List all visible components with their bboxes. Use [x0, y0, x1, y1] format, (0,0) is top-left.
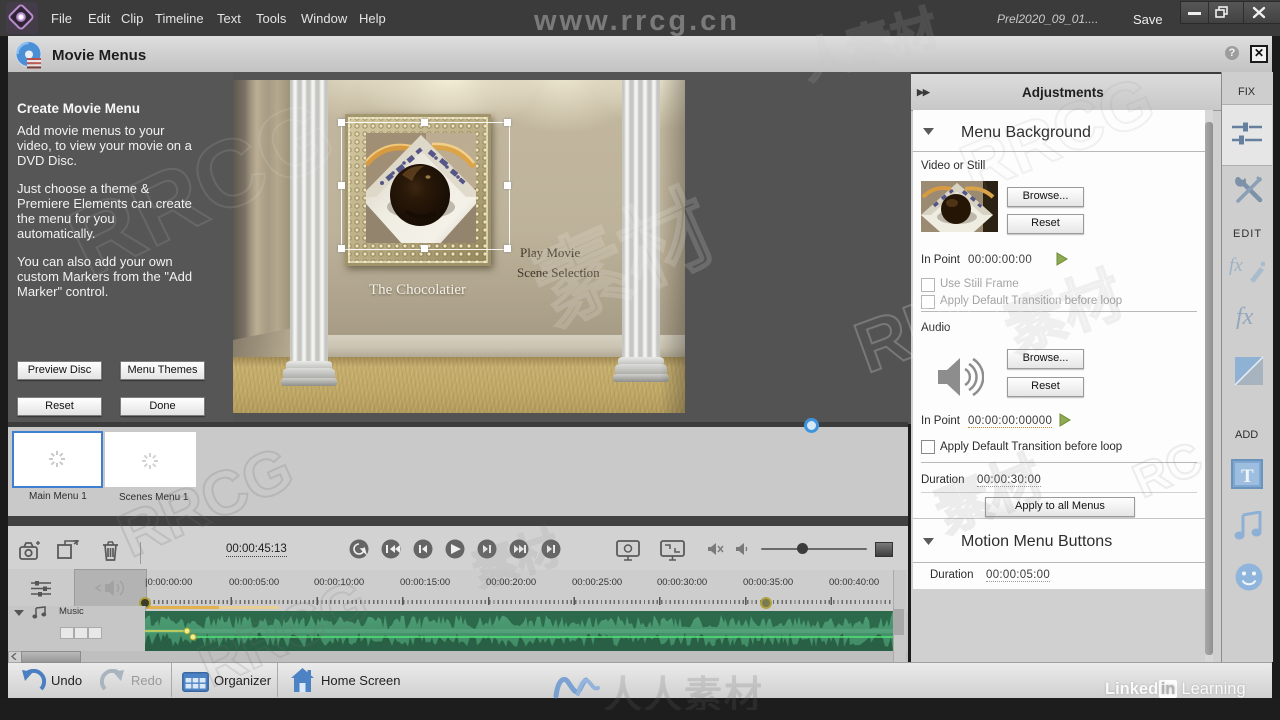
svg-text:fx: fx [1236, 304, 1254, 330]
svg-text:T: T [1241, 466, 1254, 487]
svg-text:fx: fx [1229, 255, 1243, 276]
